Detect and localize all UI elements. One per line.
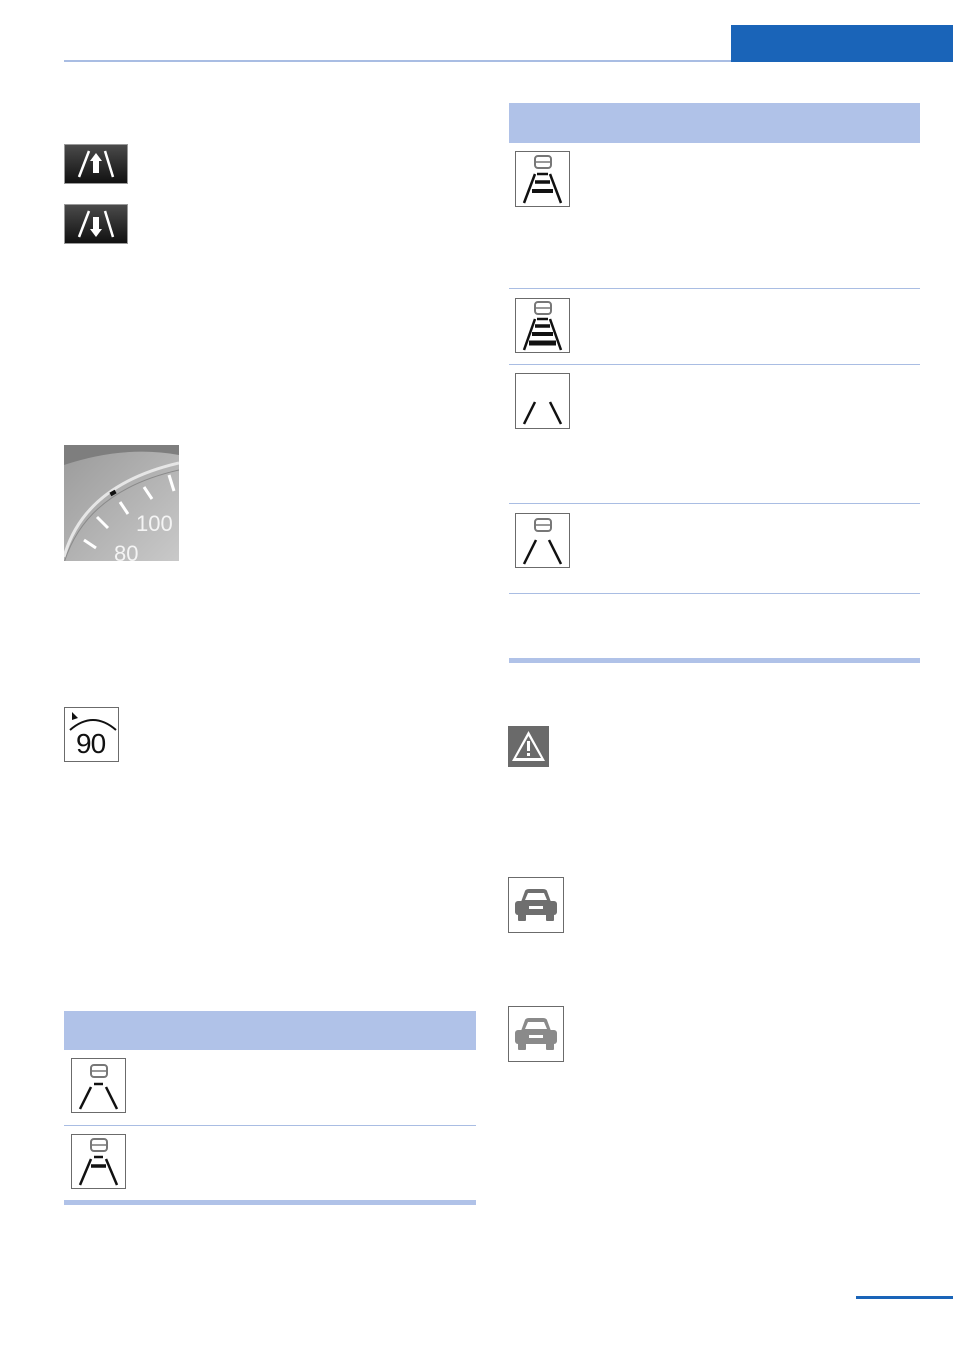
right-table-row-separator [509, 593, 920, 594]
speed-limit-value: 90 [76, 728, 106, 759]
lane-car-ahead-icon [71, 1058, 126, 1113]
left-table-footer [64, 1200, 476, 1205]
header-rule [64, 60, 731, 62]
vehicle-detected-icon [508, 877, 564, 933]
lane-car-no-marks-icon [515, 513, 570, 568]
chapter-tab [731, 25, 953, 62]
footer-rule [856, 1296, 953, 1299]
speedometer-marker-image: 100 80 [64, 445, 179, 561]
right-table-row-separator [509, 364, 920, 365]
vehicle-gray-icon [508, 1006, 564, 1062]
speedometer-label-100: 100 [136, 511, 173, 536]
lane-keeping-on-icon [64, 144, 128, 184]
lane-car-ahead-marked-icon [71, 1134, 126, 1189]
speedometer-label-80: 80 [114, 541, 139, 561]
speed-limit-90-icon: 90 [64, 707, 119, 762]
lane-car-distance-4-icon [515, 298, 570, 353]
lane-car-distance-3-icon [515, 151, 570, 207]
lane-lines-only-icon [515, 373, 570, 429]
warning-triangle-icon [508, 726, 549, 767]
left-table-header [64, 1011, 476, 1050]
right-table-row-separator [509, 503, 920, 504]
left-table-row-separator [64, 1125, 476, 1126]
right-table-header [509, 103, 920, 143]
right-table-row-separator [509, 288, 920, 289]
lane-keeping-off-icon [64, 204, 128, 244]
right-table-footer [509, 658, 920, 663]
